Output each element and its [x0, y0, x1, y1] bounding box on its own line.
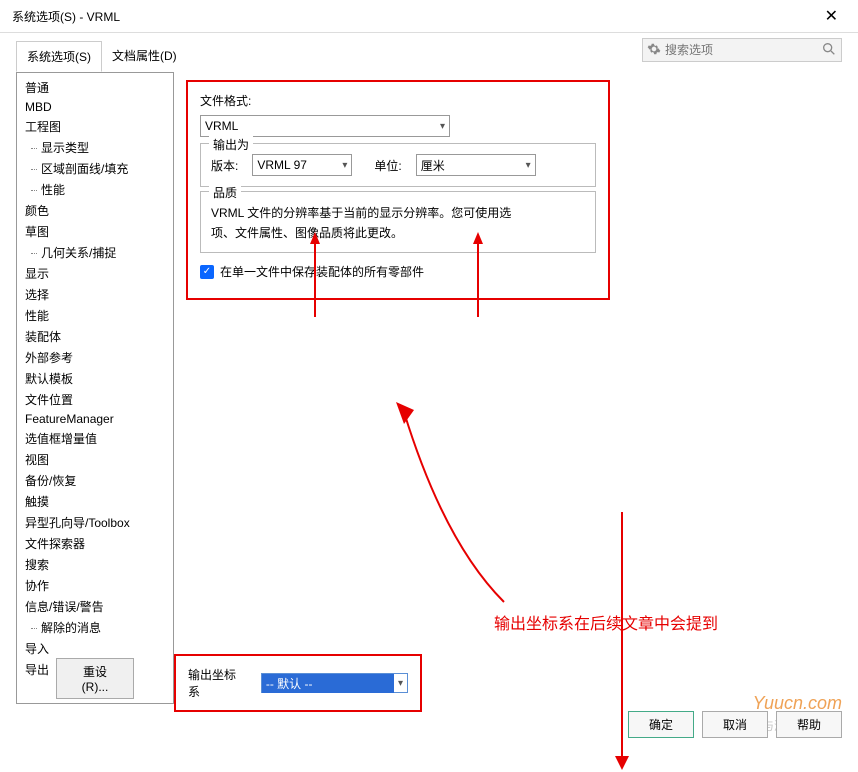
tree-item[interactable]: 异型孔向导/Toolbox: [17, 512, 173, 533]
gear-icon: [647, 42, 661, 59]
tree-item[interactable]: 外部参考: [17, 347, 173, 368]
quality-legend: 品质: [209, 184, 241, 201]
tree-item[interactable]: FeatureManager: [17, 410, 173, 428]
file-format-select[interactable]: VRML ▾: [200, 115, 450, 137]
coord-value: -- 默认 --: [262, 674, 394, 693]
tree-item[interactable]: 备份/恢复: [17, 470, 173, 491]
tree-item[interactable]: 区域剖面线/填充: [17, 158, 173, 179]
single-file-label: 在单一文件中保存装配体的所有零部件: [220, 263, 424, 280]
unit-value: 厘米: [421, 157, 445, 174]
tree-item[interactable]: 装配体: [17, 326, 173, 347]
search-box[interactable]: [642, 38, 842, 62]
quality-text-1: VRML 文件的分辨率基于当前的显示分辨率。您可使用选: [211, 204, 585, 222]
tree-item[interactable]: MBD: [17, 98, 173, 116]
search-icon[interactable]: [821, 41, 837, 60]
chevron-down-icon: ▾: [394, 678, 407, 689]
reset-button[interactable]: 重设(R)...: [56, 658, 134, 699]
annotation-text: 输出坐标系在后续文章中会提到: [494, 610, 718, 634]
tree-item[interactable]: 搜索: [17, 554, 173, 575]
quality-fieldset: 品质 VRML 文件的分辨率基于当前的显示分辨率。您可使用选 项、文件属性、图像…: [200, 191, 596, 253]
file-format-value: VRML: [205, 119, 238, 133]
tree-item[interactable]: 文件位置: [17, 389, 173, 410]
tree-item[interactable]: 协作: [17, 575, 173, 596]
single-file-checkbox[interactable]: ✓: [200, 265, 214, 279]
version-label: 版本:: [211, 157, 238, 174]
tree-item[interactable]: 信息/错误/警告: [17, 596, 173, 617]
tree-item[interactable]: 默认模板: [17, 368, 173, 389]
coord-select[interactable]: -- 默认 -- ▾: [261, 673, 408, 693]
tree-item[interactable]: 显示: [17, 263, 173, 284]
output-legend: 输出为: [209, 136, 253, 153]
close-icon[interactable]: ✕: [817, 6, 846, 26]
tree-item[interactable]: 性能: [17, 179, 173, 200]
unit-label: 单位:: [374, 157, 401, 174]
window-title: 系统选项(S) - VRML: [12, 8, 120, 25]
tree-item[interactable]: 草图: [17, 221, 173, 242]
tab-system-options[interactable]: 系统选项(S): [16, 41, 102, 72]
chevron-down-icon: ▾: [440, 121, 445, 132]
annotation-box-top: 文件格式: VRML ▾ 输出为 版本: VRML 97 ▾ 单位:: [186, 80, 610, 300]
quality-text-2: 项、文件属性、图像品质将此更改。: [211, 224, 585, 242]
options-tree[interactable]: 普通MBD工程图显示类型区域剖面线/填充性能颜色草图几何关系/捕捉显示选择性能装…: [16, 72, 174, 704]
coord-label: 输出坐标系: [188, 666, 247, 700]
output-fieldset: 输出为 版本: VRML 97 ▾ 单位: 厘米 ▾: [200, 143, 596, 187]
file-format-label: 文件格式:: [200, 92, 251, 109]
version-value: VRML 97: [257, 158, 307, 172]
tree-item[interactable]: 选值框增量值: [17, 428, 173, 449]
tree-item[interactable]: 颜色: [17, 200, 173, 221]
tree-item[interactable]: 性能: [17, 305, 173, 326]
cancel-button[interactable]: 取消: [702, 711, 768, 738]
tree-item[interactable]: 导入: [17, 638, 173, 659]
tree-item[interactable]: 解除的消息: [17, 617, 173, 638]
version-select[interactable]: VRML 97 ▾: [252, 154, 352, 176]
tree-item[interactable]: 工程图: [17, 116, 173, 137]
unit-select[interactable]: 厘米 ▾: [416, 154, 536, 176]
chevron-down-icon: ▾: [526, 160, 531, 171]
ok-button[interactable]: 确定: [628, 711, 694, 738]
chevron-down-icon: ▾: [342, 160, 347, 171]
tree-item[interactable]: 文件探索器: [17, 533, 173, 554]
annotation-box-bottom: 输出坐标系 -- 默认 -- ▾: [174, 654, 422, 712]
tree-item[interactable]: 普通: [17, 77, 173, 98]
tree-item[interactable]: 视图: [17, 449, 173, 470]
tree-item[interactable]: 几何关系/捕捉: [17, 242, 173, 263]
tab-document-properties[interactable]: 文档属性(D): [102, 41, 187, 72]
tree-item[interactable]: 显示类型: [17, 137, 173, 158]
search-input[interactable]: [665, 43, 821, 57]
help-button[interactable]: 帮助: [776, 711, 842, 738]
tree-item[interactable]: 选择: [17, 284, 173, 305]
tree-item[interactable]: 触摸: [17, 491, 173, 512]
